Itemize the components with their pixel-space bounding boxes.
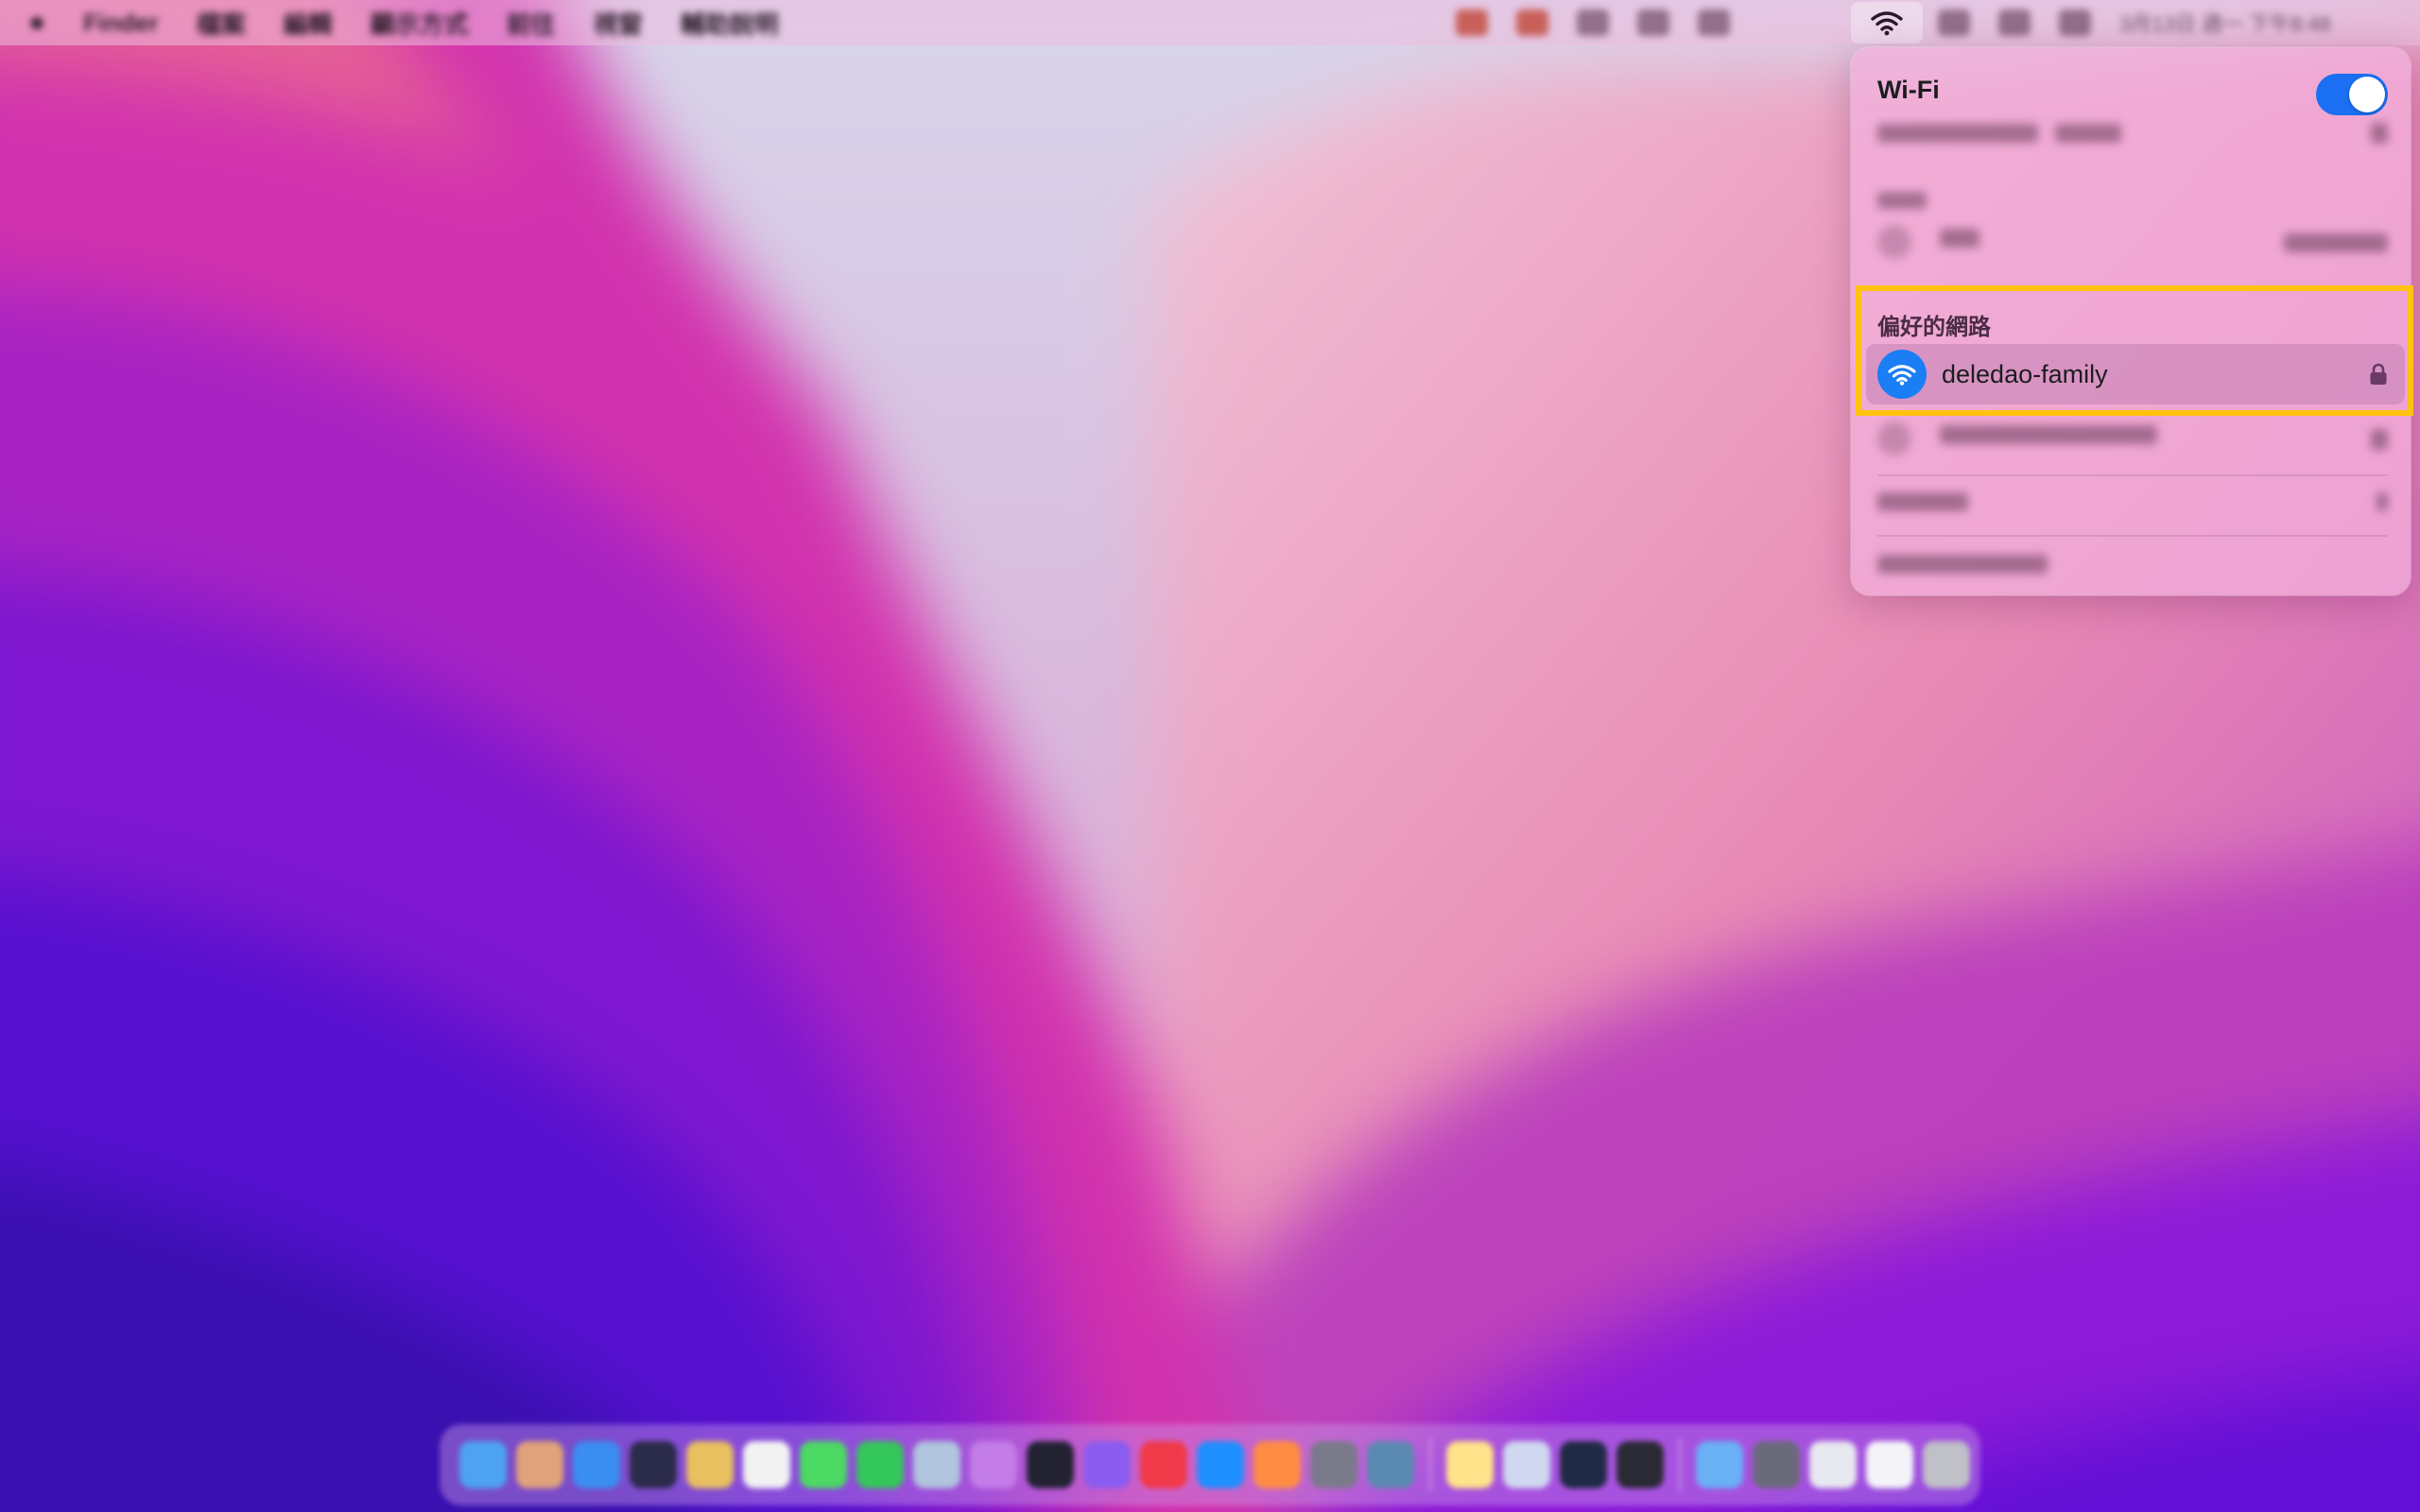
control-center-icon[interactable]	[1998, 9, 2031, 36]
app-dock-icon[interactable]	[1753, 1441, 1800, 1488]
annotation-highlight-box	[1856, 285, 2413, 416]
document-dock-icon[interactable]	[1809, 1441, 1857, 1488]
status-app-icon[interactable]	[1516, 9, 1548, 36]
finder-dock-icon[interactable]	[459, 1441, 507, 1488]
blurred-hotspot-row[interactable]	[1877, 225, 2388, 263]
blurred-section-label	[1877, 189, 2388, 215]
app-dock-icon[interactable]	[1560, 1441, 1607, 1488]
wifi-panel-title: Wi-Fi	[1877, 76, 1940, 104]
spotlight-icon[interactable]	[1938, 9, 1970, 36]
messages-dock-icon[interactable]	[800, 1441, 847, 1488]
menu-window[interactable]: 視窗	[594, 6, 643, 41]
app-dock-icon[interactable]	[1503, 1441, 1550, 1488]
panel-divider	[1877, 474, 2388, 476]
blurred-network-row[interactable]	[1877, 421, 2388, 459]
panel-divider	[1877, 535, 2388, 537]
status-volume-icon[interactable]	[1637, 9, 1669, 36]
facetime-dock-icon[interactable]	[856, 1441, 904, 1488]
menu-app-name[interactable]: Finder	[83, 9, 158, 38]
dock	[441, 1425, 1979, 1504]
siri-icon[interactable]	[2059, 9, 2091, 36]
podcasts-dock-icon[interactable]	[970, 1441, 1017, 1488]
wifi-panel-header: Wi-Fi	[1877, 68, 2388, 115]
status-battery-icon[interactable]	[1698, 9, 1730, 36]
status-items-right: 3月13日 週一 下午8:48	[1938, 0, 2331, 45]
menu-view[interactable]: 顯示方式	[371, 6, 469, 41]
menubar-clock[interactable]: 3月13日 週一 下午8:48	[2119, 8, 2331, 38]
launchpad-dock-icon[interactable]	[516, 1441, 563, 1488]
status-items-left	[1456, 0, 1730, 45]
folder-dock-icon[interactable]	[1696, 1441, 1743, 1488]
dock-separator	[1679, 1438, 1681, 1491]
wifi-toggle-knob	[2349, 77, 2385, 112]
menu-file[interactable]: 檔案	[197, 6, 246, 41]
menubar-wifi-button[interactable]	[1851, 2, 1923, 43]
calendar-dock-icon[interactable]	[743, 1441, 790, 1488]
blurred-other-networks-row[interactable]	[1877, 491, 2388, 520]
menu-edit[interactable]: 編輯	[284, 6, 333, 41]
dock-separator	[1429, 1438, 1431, 1491]
trash-dock-icon[interactable]	[1923, 1441, 1970, 1488]
app-store-dock-icon[interactable]	[1197, 1441, 1244, 1488]
chrome-dock-icon[interactable]	[686, 1441, 734, 1488]
status-app-icon[interactable]	[1456, 9, 1488, 36]
notes-dock-icon[interactable]	[1446, 1441, 1494, 1488]
safari-dock-icon[interactable]	[573, 1441, 620, 1488]
status-input-icon[interactable]	[1577, 9, 1609, 36]
menu-bar: ● Finder 檔案 編輯 顯示方式 前往 視窗 輔助說明 3月13日 週一 …	[0, 0, 2420, 45]
blurred-settings-row[interactable]	[1877, 554, 2388, 582]
menu-go[interactable]: 前往	[507, 6, 556, 41]
terminal-dock-icon[interactable]	[1616, 1441, 1664, 1488]
app-dock-icon[interactable]	[1253, 1441, 1301, 1488]
app-dock-icon[interactable]	[913, 1441, 960, 1488]
wifi-toggle[interactable]	[2316, 74, 2388, 115]
system-preferences-dock-icon[interactable]	[1310, 1441, 1357, 1488]
slack-dock-icon[interactable]	[630, 1441, 677, 1488]
desktop: ● Finder 檔案 編輯 顯示方式 前往 視窗 輔助說明 3月13日 週一 …	[0, 0, 2420, 1512]
music-dock-icon[interactable]	[1140, 1441, 1187, 1488]
document-dock-icon[interactable]	[1866, 1441, 1913, 1488]
menu-help[interactable]: 輔助說明	[681, 6, 779, 41]
blurred-network-row[interactable]	[1877, 123, 2388, 151]
menu-bar-left: ● Finder 檔案 編輯 顯示方式 前往 視窗 輔助說明	[28, 0, 779, 45]
app-dock-icon[interactable]	[1367, 1441, 1414, 1488]
app-dock-icon[interactable]	[1083, 1441, 1131, 1488]
wifi-icon	[1871, 11, 1903, 36]
apple-logo-icon[interactable]: ●	[28, 7, 45, 39]
tv-dock-icon[interactable]	[1027, 1441, 1074, 1488]
